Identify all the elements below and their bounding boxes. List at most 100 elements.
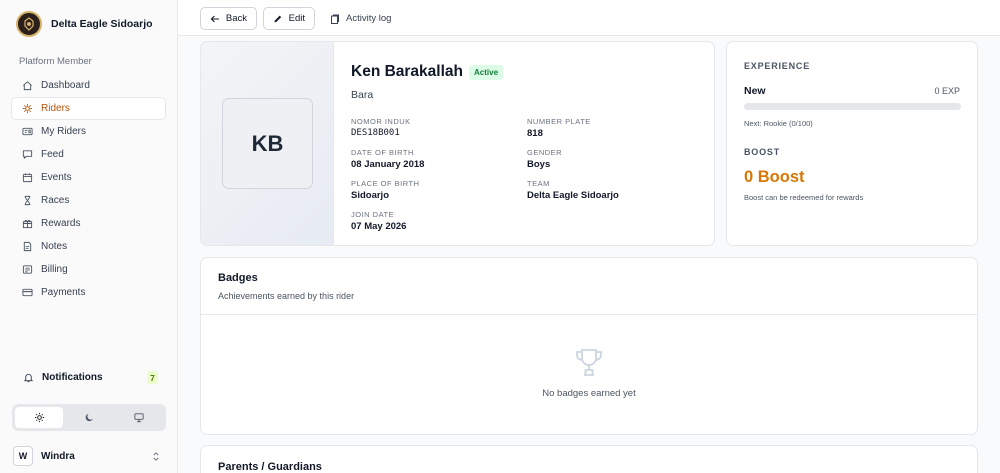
- rider-avatar: KB: [222, 98, 313, 189]
- sidebar-nav: Dashboard Riders My Riders Feed Events R…: [11, 74, 166, 304]
- file-icon: [22, 241, 33, 252]
- sidebar-item-payments[interactable]: Payments: [11, 281, 166, 304]
- sidebar-item-feed[interactable]: Feed: [11, 143, 166, 166]
- experience-next-level: Next: Rookie (0/100): [744, 119, 813, 128]
- chevron-up-down-icon: [153, 451, 159, 461]
- status-badge: Active: [469, 64, 504, 80]
- sidebar-item-label: Notes: [41, 241, 68, 252]
- id-card-icon: [22, 126, 33, 137]
- badges-card: Badges Achievements earned by this rider…: [200, 257, 978, 435]
- boost-note: Boost can be redeemed for rewards: [744, 193, 864, 202]
- sidebar-item-label: Riders: [41, 103, 70, 114]
- brand-name: Delta Eagle Sidoarjo: [51, 18, 153, 30]
- edit-button[interactable]: Edit: [263, 7, 315, 30]
- brand-logo-icon: [16, 11, 42, 37]
- sidebar-item-my-riders[interactable]: My Riders: [11, 120, 166, 143]
- gift-icon: [22, 218, 33, 229]
- receipt-icon: [22, 264, 33, 275]
- field-value: 08 January 2018: [351, 159, 425, 170]
- edit-label: Edit: [288, 13, 305, 24]
- credit-card-icon: [22, 287, 33, 298]
- badges-subtitle: Achievements earned by this rider: [218, 291, 355, 301]
- theme-system-button[interactable]: [115, 407, 163, 428]
- experience-level: New: [744, 85, 766, 97]
- monitor-icon: [134, 413, 144, 423]
- hourglass-icon: [22, 195, 33, 206]
- sidebar-item-riders[interactable]: Riders: [11, 97, 166, 120]
- boost-heading: BOOST: [744, 147, 781, 157]
- activity-log-label: Activity log: [346, 13, 392, 24]
- sidebar-item-label: Rewards: [41, 218, 81, 229]
- back-button[interactable]: Back: [200, 7, 257, 30]
- nav-section-label: Platform Member: [19, 56, 92, 67]
- sidebar-item-label: Billing: [41, 264, 68, 275]
- moon-icon: [85, 413, 93, 422]
- brand[interactable]: Delta Eagle Sidoarjo: [16, 11, 153, 37]
- theme-switcher: [12, 404, 166, 431]
- field-label: Place of Birth: [351, 179, 420, 188]
- sidebar-item-dashboard[interactable]: Dashboard: [11, 74, 166, 97]
- field-team: Team Delta Eagle Sidoarjo: [527, 179, 619, 201]
- avatar: W: [13, 446, 33, 466]
- clipboard-icon: [331, 14, 339, 24]
- parents-title: Parents / Guardians: [218, 461, 322, 473]
- theme-light-button[interactable]: [15, 407, 63, 428]
- field-date-of-birth: Date of Birth 08 January 2018: [351, 148, 424, 170]
- sidebar-item-billing[interactable]: Billing: [11, 258, 166, 281]
- message-icon: [22, 149, 33, 160]
- field-number-plate: Number Plate 818: [527, 117, 591, 139]
- bike-icon: [22, 103, 33, 114]
- field-value: Delta Eagle Sidoarjo: [527, 190, 619, 201]
- field-label: Gender: [527, 148, 563, 157]
- rider-name: Ken Barakallah: [351, 63, 463, 80]
- notifications-link[interactable]: Notifications 7: [13, 367, 158, 388]
- field-gender: Gender Boys: [527, 148, 562, 170]
- badges-title: Badges: [218, 272, 258, 284]
- badges-empty-text: No badges earned yet: [542, 388, 636, 399]
- experience-heading: EXPERIENCE: [744, 61, 811, 71]
- user-menu[interactable]: W Windra: [13, 445, 161, 467]
- experience-card: EXPERIENCE New 0 EXP Next: Rookie (0/100…: [726, 41, 978, 246]
- sidebar-item-label: My Riders: [41, 126, 87, 137]
- field-label: Join Date: [351, 210, 395, 219]
- theme-dark-button[interactable]: [65, 407, 113, 428]
- user-name: Windra: [41, 450, 75, 462]
- profile-avatar-panel: KB: [201, 42, 334, 245]
- field-value: DES18B001: [351, 128, 400, 138]
- bell-icon: [23, 373, 34, 383]
- notifications-count-badge: 7: [147, 371, 158, 384]
- back-label: Back: [225, 13, 247, 24]
- sidebar-item-rewards[interactable]: Rewards: [11, 212, 166, 235]
- rider-name-row: Ken Barakallah Active: [351, 63, 504, 81]
- sidebar-item-label: Feed: [41, 149, 64, 160]
- sidebar-item-notes[interactable]: Notes: [11, 235, 166, 258]
- field-label: Nomor Induk: [351, 117, 411, 126]
- sidebar-item-label: Races: [41, 195, 70, 206]
- rider-nickname: Bara: [351, 89, 374, 101]
- pencil-icon: [274, 15, 282, 22]
- field-value: Boys: [527, 159, 551, 170]
- boost-value: 0 Boost: [744, 168, 805, 186]
- field-value: 07 May 2026: [351, 221, 407, 232]
- parents-card: Parents / Guardians: [200, 445, 978, 473]
- sun-icon: [34, 412, 44, 423]
- activity-log-link[interactable]: Activity log: [330, 7, 391, 30]
- sidebar-item-label: Dashboard: [41, 80, 90, 91]
- trophy-icon: [576, 349, 602, 376]
- sidebar: Delta Eagle Sidoarjo Platform Member Das…: [0, 0, 178, 473]
- field-label: Team: [527, 179, 550, 188]
- main-content: KB Ken Barakallah Active Bara Nomor Indu…: [178, 37, 1000, 473]
- field-join-date: Join Date 07 May 2026: [351, 210, 406, 232]
- field-value: 818: [527, 128, 543, 139]
- sidebar-item-label: Events: [41, 172, 72, 183]
- sidebar-item-label: Payments: [41, 287, 86, 298]
- field-label: Number Plate: [527, 117, 591, 126]
- experience-points: 0 EXP: [934, 86, 960, 96]
- divider: [201, 314, 977, 315]
- field-value: Sidoarjo: [351, 190, 390, 201]
- notifications-label: Notifications: [42, 372, 103, 383]
- rider-profile-card: KB Ken Barakallah Active Bara Nomor Indu…: [200, 41, 715, 246]
- sidebar-item-events[interactable]: Events: [11, 166, 166, 189]
- arrow-left-icon: [210, 15, 219, 22]
- sidebar-item-races[interactable]: Races: [11, 189, 166, 212]
